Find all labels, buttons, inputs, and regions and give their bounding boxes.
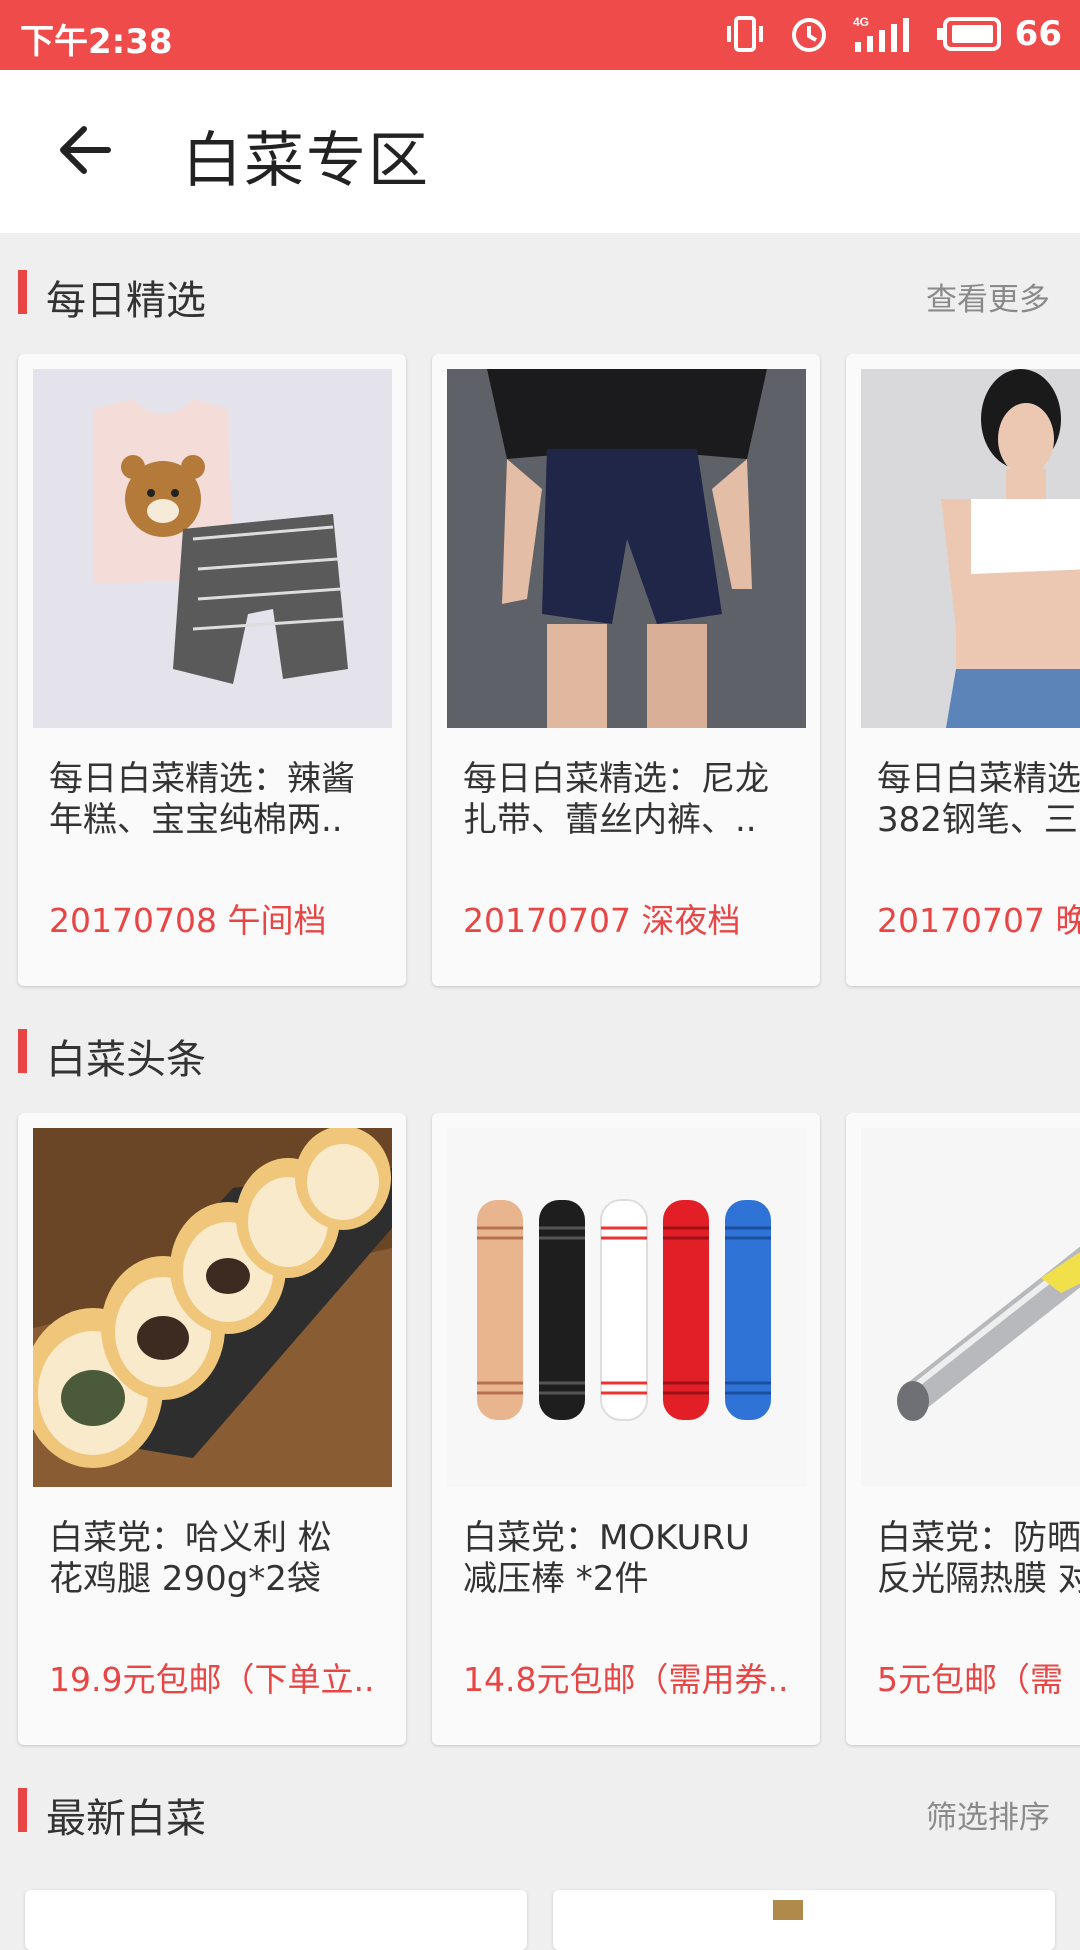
product-title: 白菜党：哈义利 松 花鸡腿 290g*2袋 bbox=[49, 1518, 332, 1599]
section-header-headlines: 白菜头条 bbox=[0, 1021, 1080, 1083]
product-card[interactable]: 白菜党：MOKURU 减压棒 *2件 14.8元包邮（需用券.. bbox=[432, 1113, 820, 1745]
alarm-icon bbox=[791, 18, 826, 52]
headlines-carousel[interactable]: 白菜党：哈义利 松 花鸡腿 290g*2袋 19.9元包邮（下单立.. 白菜党：… bbox=[0, 1113, 1080, 1749]
egg-roll-food-image bbox=[33, 1128, 392, 1487]
view-more-link[interactable]: 查看更多 bbox=[926, 274, 1050, 319]
signal-4g-icon: 4G bbox=[853, 15, 909, 52]
filter-sort-link[interactable]: 筛选排序 bbox=[926, 1792, 1050, 1837]
reflective-film-image bbox=[861, 1128, 1080, 1487]
product-image bbox=[33, 1128, 392, 1487]
kids-outfit-image bbox=[33, 369, 392, 728]
product-title: 每日白菜精选 382钢笔、三 bbox=[877, 759, 1080, 840]
section-title: 最新白菜 bbox=[46, 1796, 206, 1842]
shorts-model-image bbox=[447, 369, 806, 728]
product-card[interactable]: 白菜党：防晒 反光隔热膜 对 5元包邮（需 bbox=[846, 1113, 1080, 1745]
status-icons: 4G 66 bbox=[725, 12, 1062, 56]
product-card[interactable]: 每日白菜精选 382钢笔、三 20170707 晚 bbox=[846, 354, 1080, 986]
battery-icon bbox=[936, 17, 1001, 51]
section-title: 每日精选 bbox=[46, 278, 206, 324]
product-image bbox=[447, 369, 806, 728]
sports-bra-model-image bbox=[861, 369, 1080, 728]
product-subtitle: 20170707 深夜档 bbox=[463, 901, 741, 940]
product-title: 白菜党：MOKURU 减压棒 *2件 bbox=[463, 1518, 750, 1599]
section-accent-bar bbox=[18, 270, 27, 314]
arrow-left-icon bbox=[60, 126, 111, 174]
page-title: 白菜专区 bbox=[182, 126, 430, 196]
svg-text:4G: 4G bbox=[853, 15, 869, 29]
product-image bbox=[33, 369, 392, 728]
status-time: 下午2:38 bbox=[20, 22, 173, 62]
product-card[interactable]: 每日白菜精选：尼龙 扎带、蕾丝内裤、.. 20170707 深夜档 bbox=[432, 354, 820, 986]
product-title: 每日白菜精选：辣酱 年糕、宝宝纯棉两.. bbox=[49, 759, 355, 840]
product-image bbox=[861, 369, 1080, 728]
product-subtitle: 19.9元包邮（下单立.. bbox=[49, 1660, 375, 1699]
mokuru-sticks-image bbox=[447, 1128, 806, 1487]
app-bar: 白菜专区 bbox=[0, 70, 1080, 233]
product-subtitle: 14.8元包邮（需用券.. bbox=[463, 1660, 789, 1699]
section-header-latest: 最新白菜 筛选排序 bbox=[0, 1780, 1080, 1842]
product-subtitle: 20170707 晚 bbox=[877, 901, 1080, 940]
latest-product-card[interactable] bbox=[553, 1890, 1055, 1950]
vibrate-icon bbox=[726, 16, 763, 52]
product-subtitle: 5元包邮（需 bbox=[877, 1660, 1063, 1699]
product-subtitle: 20170708 午间档 bbox=[49, 901, 327, 940]
product-title: 白菜党：防晒 反光隔热膜 对 bbox=[877, 1518, 1080, 1599]
product-image-peek bbox=[773, 1900, 803, 1920]
status-bar: 下午2:38 4G 66 bbox=[0, 0, 1080, 70]
section-accent-bar bbox=[18, 1788, 27, 1832]
product-image bbox=[447, 1128, 806, 1487]
battery-level: 66 bbox=[1014, 14, 1062, 54]
section-accent-bar bbox=[18, 1029, 27, 1073]
product-title: 每日白菜精选：尼龙 扎带、蕾丝内裤、.. bbox=[463, 759, 769, 840]
product-image bbox=[861, 1128, 1080, 1487]
product-card[interactable]: 白菜党：哈义利 松 花鸡腿 290g*2袋 19.9元包邮（下单立.. bbox=[18, 1113, 406, 1745]
daily-picks-carousel[interactable]: 每日白菜精选：辣酱 年糕、宝宝纯棉两.. 20170708 午间档 每日白菜精选… bbox=[0, 354, 1080, 990]
latest-product-card[interactable] bbox=[25, 1890, 527, 1950]
section-header-daily-picks: 每日精选 查看更多 bbox=[0, 262, 1080, 324]
back-button[interactable] bbox=[50, 115, 120, 185]
product-card[interactable]: 每日白菜精选：辣酱 年糕、宝宝纯棉两.. 20170708 午间档 bbox=[18, 354, 406, 986]
section-title: 白菜头条 bbox=[46, 1037, 206, 1083]
